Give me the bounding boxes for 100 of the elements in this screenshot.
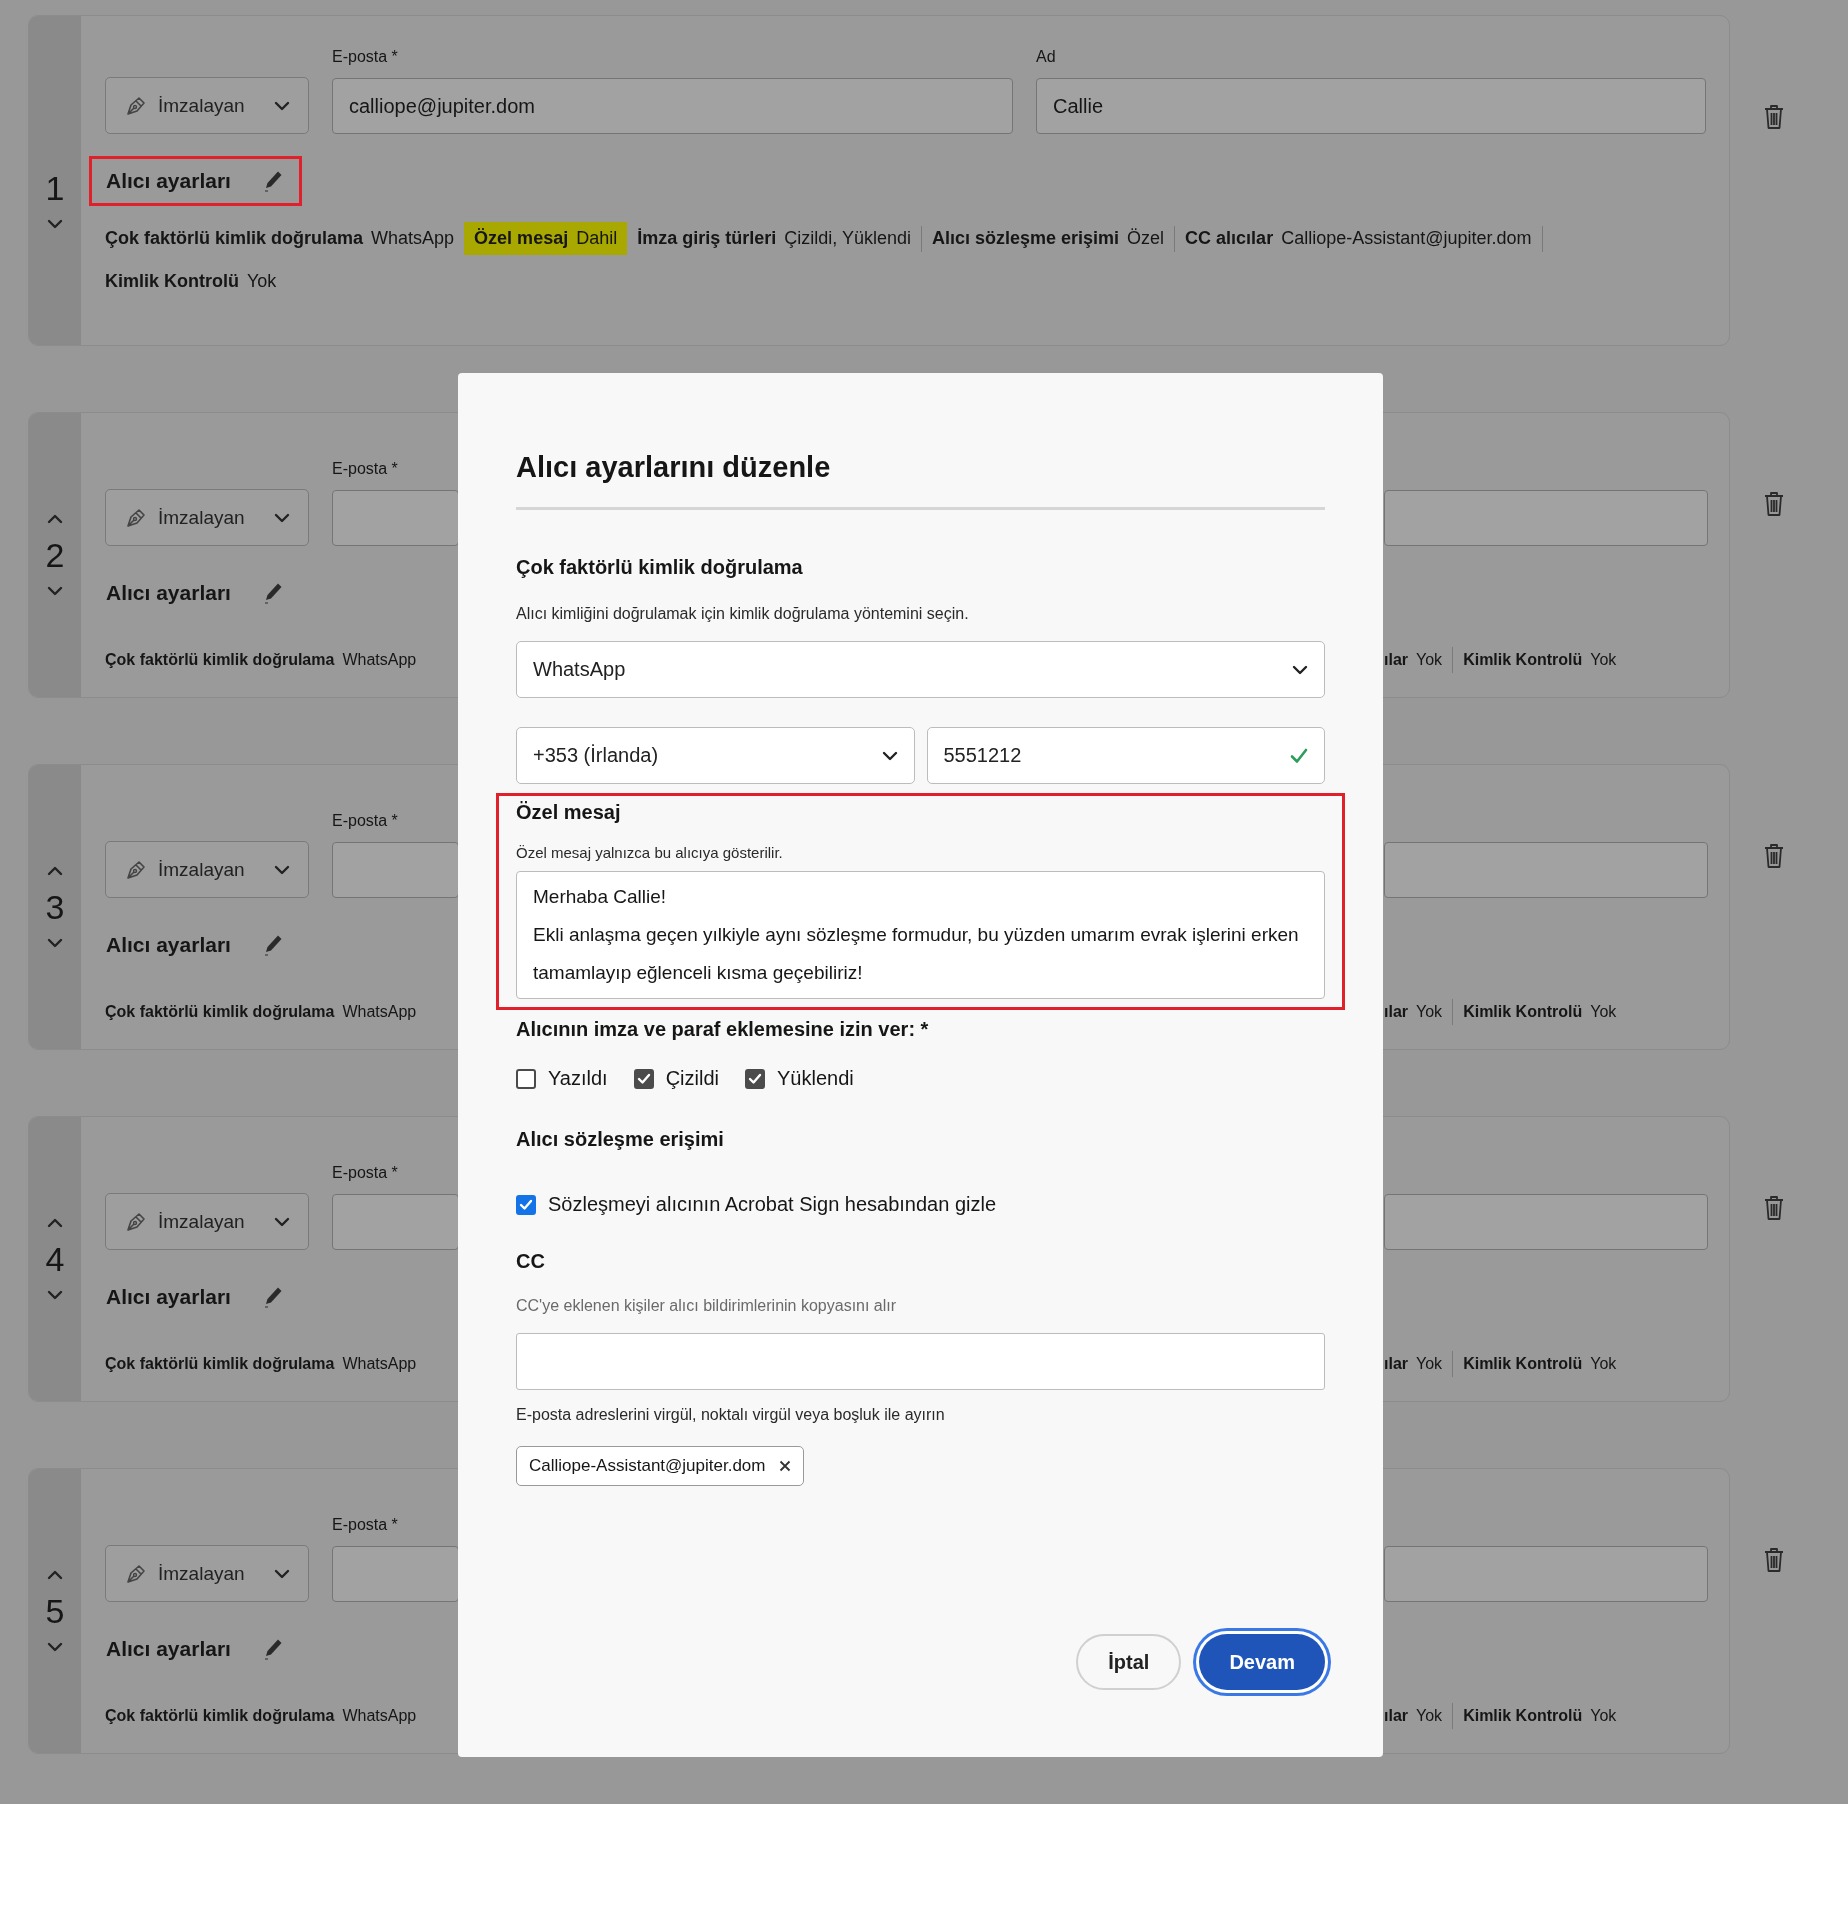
summary-value: Yok [247, 271, 277, 292]
summary-value: Çizildi, Yüklendi [784, 228, 911, 249]
section-heading: CC [516, 1250, 546, 1273]
field-label: Ad [1036, 48, 1057, 66]
field-label: E-posta * [332, 1516, 399, 1535]
role-dropdown[interactable]: İmzalayan [105, 489, 309, 547]
summary-label: CC alıcılar [1185, 228, 1274, 249]
summary-label: ılar [1384, 1355, 1408, 1374]
trash-icon[interactable] [1763, 490, 1785, 518]
summary-label: Kimlik Kontrolü [1463, 1003, 1583, 1022]
section-heading: Alıcının imza ve paraf eklemesine izin ver: * [516, 1018, 930, 1041]
chevron-up-icon[interactable] [47, 514, 63, 524]
trash-icon[interactable] [1763, 842, 1785, 870]
checkbox[interactable] [745, 1068, 765, 1089]
checkbox-label[interactable]: Çizildi [665, 1067, 719, 1090]
summary-label: Çok faktörlü kimlik doğrulama [105, 1003, 335, 1022]
close-icon[interactable] [779, 1460, 792, 1472]
chevron-up-icon[interactable] [47, 1570, 63, 1580]
summary-value: WhatsApp [371, 228, 455, 249]
summary-label: ılar [1384, 1707, 1408, 1726]
summary-value: Yok [1590, 1707, 1617, 1726]
checkbox[interactable] [516, 1068, 536, 1089]
chevron-down-icon[interactable] [47, 586, 63, 596]
chevron-down-icon[interactable] [47, 1642, 63, 1652]
summary-label: Alıcı sözleşme erişimi [932, 228, 1120, 249]
trash-icon[interactable] [1763, 1546, 1785, 1574]
chevron-down-icon [274, 1568, 290, 1579]
section-description: CC'ye eklenen kişiler alıcı bildirimlerinin kopyasını alır [516, 1297, 898, 1315]
country-dropdown[interactable]: +353 (İrlanda) [516, 727, 915, 784]
role-dropdown[interactable]: İmzalayan [105, 841, 309, 899]
field-label: E-posta * [332, 460, 399, 479]
email-field[interactable] [332, 490, 459, 547]
checkbox-label[interactable]: Yüklendi [777, 1067, 854, 1090]
message-field[interactable]: Merhaba Callie! Ekli anlaşma geçen yılkiyle aynı sözleşme formudur, bu yüzden umarım evrak işlerini erken tamamlayıp eğlenceli kısma geçebiliriz! [516, 871, 1325, 999]
email-field[interactable]: calliope@jupiter.dom [332, 78, 1013, 134]
role-dropdown[interactable]: İmzalayan [105, 1193, 309, 1251]
email-field[interactable] [332, 1194, 459, 1251]
text-field[interactable] [1384, 1194, 1708, 1251]
chip-label: Calliope-Assistant@jupiter.dom [529, 1456, 766, 1476]
summary-value: WhatsApp [342, 1003, 417, 1022]
role-dropdown[interactable]: İmzalayan [105, 1545, 309, 1603]
chevron-down-icon [881, 750, 898, 761]
checkbox-label[interactable]: Sözleşmeyi alıcının Acrobat Sign hesabından gizle [548, 1193, 997, 1216]
summary-value: WhatsApp [342, 1355, 417, 1374]
chevron-up-icon[interactable] [47, 1218, 63, 1228]
summary-label: ılar [1384, 651, 1408, 670]
settings-label: Alıcı ayarları [106, 1285, 231, 1310]
summary-value: Yok [1590, 651, 1617, 670]
checkbox[interactable] [516, 1194, 536, 1215]
chevron-down-icon [274, 1216, 290, 1227]
summary-label: ılar [1384, 1003, 1408, 1022]
summary-label: Kimlik Kontrolü [1463, 1707, 1583, 1726]
summary-value: Yok [1416, 651, 1443, 670]
summary-label: Özel mesaj [474, 228, 569, 249]
text-field[interactable] [1384, 490, 1708, 547]
chevron-down-icon[interactable] [47, 219, 63, 229]
role-dropdown[interactable]: İmzalayan [105, 77, 309, 134]
dialog-title: Alıcı ayarlarını düzenle [516, 450, 832, 485]
summary-label: Çok faktörlü kimlik doğrulama [105, 651, 335, 670]
chevron-down-icon[interactable] [47, 1290, 63, 1300]
summary-label: Çok faktörlü kimlik doğrulama [105, 1355, 335, 1374]
field-label: E-posta * [332, 48, 399, 66]
recipient-number: 4 [45, 1242, 65, 1276]
settings-label: Alıcı ayarları [106, 1637, 231, 1662]
section-description: Alıcı kimliğini doğrulamak için kimlik doğrulama yöntemini seçin. [516, 605, 970, 623]
text-field[interactable] [1384, 842, 1708, 899]
checkbox-label[interactable]: Yazıldı [548, 1067, 608, 1090]
recipient-number: 5 [45, 1594, 65, 1628]
chevron-down-icon [274, 864, 290, 875]
summary-value: Özel [1127, 228, 1165, 249]
field-label: E-posta * [332, 812, 399, 831]
phone-field[interactable]: 5551212 [926, 727, 1325, 784]
name-field[interactable]: Callie [1036, 78, 1706, 134]
summary-label: Kimlik Kontrolü [1463, 1355, 1583, 1374]
summary-label: İmza giriş türleri [637, 228, 777, 249]
cancel-button[interactable]: İptal [1076, 1634, 1182, 1690]
summary-value: Yok [1590, 1003, 1617, 1022]
trash-icon[interactable] [1763, 103, 1785, 131]
settings-label: Alıcı ayarları [106, 581, 231, 606]
chevron-up-icon[interactable] [47, 866, 63, 876]
email-field[interactable] [332, 1546, 459, 1603]
chevron-down-icon [274, 512, 290, 523]
section-description: Özel mesaj yalnızca bu alıcıya gösterilir. [516, 844, 784, 861]
email-field[interactable] [332, 842, 459, 899]
chevron-down-icon[interactable] [47, 938, 63, 948]
summary-value: Yok [1416, 1003, 1443, 1022]
summary-label: Kimlik Kontrolü [1463, 651, 1583, 670]
trash-icon[interactable] [1763, 1194, 1785, 1222]
field-hint: E-posta adreslerini virgül, noktalı virgül veya boşluk ile ayırın [516, 1406, 946, 1424]
summary-label: Çok faktörlü kimlik doğrulama [105, 1707, 335, 1726]
recipient-number: 2 [45, 538, 65, 572]
summary-value: WhatsApp [342, 651, 417, 670]
checkbox[interactable] [633, 1068, 654, 1089]
summary-value: Yok [1590, 1355, 1617, 1374]
chevron-down-icon [274, 100, 290, 111]
method-dropdown[interactable]: WhatsApp [516, 641, 1325, 698]
section-heading: Çok faktörlü kimlik doğrulama [516, 556, 804, 579]
summary-label: Çok faktörlü kimlik doğrulama [105, 228, 364, 249]
cc-field[interactable] [516, 1333, 1325, 1390]
text-field[interactable] [1384, 1546, 1708, 1603]
